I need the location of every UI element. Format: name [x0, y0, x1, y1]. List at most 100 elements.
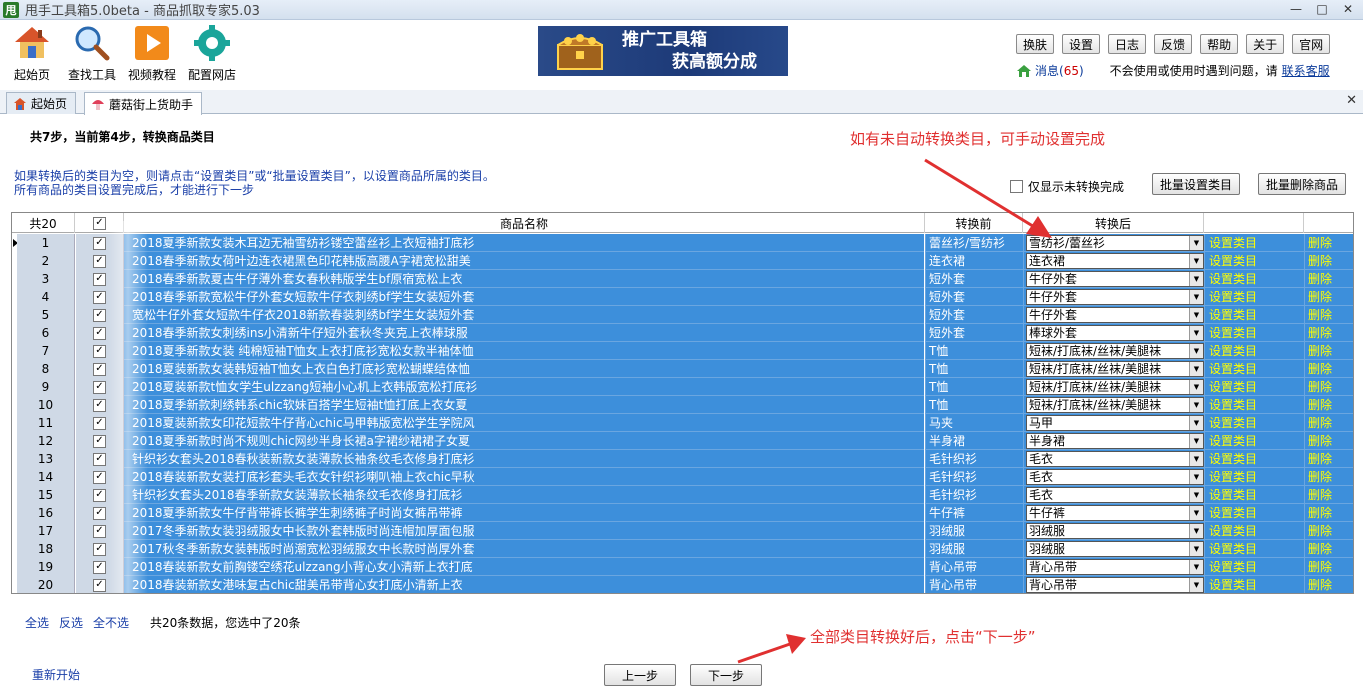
select-none-link[interactable]: 全不选 [93, 614, 129, 631]
checkbox-box[interactable] [1010, 180, 1023, 193]
delete-link[interactable]: 删除 [1304, 540, 1353, 558]
chevron-down-icon[interactable]: ▼ [1189, 469, 1203, 484]
table-row[interactable]: 2 ✓ 2018春季新款女荷叶边连衣裙黑色印花韩版高腰A字裙宽松甜美 连衣裙 连衣裙 ▼ 设… [12, 252, 1353, 270]
row-checkbox[interactable]: ✓ [93, 362, 106, 376]
category-after-select[interactable]: 毛衣 ▼ [1026, 450, 1204, 467]
row-checkbox-cell[interactable]: ✓ [76, 342, 124, 360]
delete-link[interactable]: 删除 [1304, 522, 1353, 540]
chevron-down-icon[interactable]: ▼ [1189, 487, 1203, 502]
delete-link[interactable]: 删除 [1304, 306, 1353, 324]
set-category-link[interactable]: 设置类目 [1204, 450, 1304, 468]
set-category-link[interactable]: 设置类目 [1204, 486, 1304, 504]
help-button[interactable]: 帮助 [1200, 34, 1239, 54]
messages-link[interactable]: 消息(65) [1035, 62, 1084, 79]
chevron-down-icon[interactable]: ▼ [1189, 343, 1203, 358]
set-category-link[interactable]: 设置类目 [1204, 288, 1304, 306]
set-category-link[interactable]: 设置类目 [1204, 504, 1304, 522]
header-product-name[interactable]: 商品名称 [124, 213, 925, 233]
row-checkbox-cell[interactable]: ✓ [76, 540, 124, 558]
set-category-link[interactable]: 设置类目 [1204, 414, 1304, 432]
table-row[interactable]: 16 ✓ 2018夏季新款女牛仔背带裤长裤学生刺绣裤子时尚女裤吊带裤 牛仔裤 牛仔裤 ▼ 设… [12, 504, 1353, 522]
delete-link[interactable]: 删除 [1304, 324, 1353, 342]
set-category-link[interactable]: 设置类目 [1204, 522, 1304, 540]
delete-link[interactable]: 删除 [1304, 252, 1353, 270]
chevron-down-icon[interactable]: ▼ [1189, 307, 1203, 322]
table-row[interactable]: 1 ✓ 2018夏季新款女装木耳边无袖雪纺衫镂空蕾丝衫上衣短袖打底衫 蕾丝衫/雪纺衫雪… [12, 234, 1353, 252]
row-checkbox-cell[interactable]: ✓ [76, 234, 124, 252]
about-button[interactable]: 关于 [1246, 34, 1285, 54]
close-tab-icon[interactable]: ✕ [1346, 93, 1357, 108]
delete-link[interactable]: 删除 [1304, 378, 1353, 396]
row-checkbox-cell[interactable]: ✓ [76, 450, 124, 468]
chevron-down-icon[interactable]: ▼ [1189, 235, 1203, 250]
row-checkbox-cell[interactable]: ✓ [76, 270, 124, 288]
toolbar-start-page[interactable]: 起始页 [2, 24, 62, 83]
prev-step-button[interactable]: 上一步 [604, 664, 676, 686]
delete-link[interactable]: 删除 [1304, 234, 1353, 252]
row-checkbox-cell[interactable]: ✓ [76, 522, 124, 540]
row-checkbox-cell[interactable]: ✓ [76, 396, 124, 414]
category-after-select[interactable]: 羽绒服 ▼ [1026, 540, 1204, 557]
table-row[interactable]: 13 ✓ 针织衫女套头2018春秋装新款女装薄款长袖条纹毛衣修身打底衫 毛针织衫 毛衣 ▼… [12, 450, 1353, 468]
table-row[interactable]: 6 ✓ 2018春季新款女刺绣ins小清新牛仔短外套秋冬夹克上衣棒球服 短外套 棒球外套… [12, 324, 1353, 342]
category-after-select[interactable]: 短袜/打底袜/丝袜/美腿袜 ▼ [1026, 396, 1204, 413]
table-row[interactable]: 4 ✓ 2018春季新款宽松牛仔外套女短款牛仔衣刺绣bf学生女装短外套 短外套 牛仔外套… [12, 288, 1353, 306]
header-before[interactable]: 转换前 [925, 213, 1023, 233]
category-after-select[interactable]: 背心吊带 ▼ [1026, 576, 1204, 593]
chevron-down-icon[interactable]: ▼ [1189, 577, 1203, 592]
delete-link[interactable]: 删除 [1304, 468, 1353, 486]
chevron-down-icon[interactable]: ▼ [1189, 397, 1203, 412]
row-checkbox-cell[interactable]: ✓ [76, 252, 124, 270]
table-row[interactable]: 17 ✓ 2017冬季新款女装羽绒服女中长款外套韩版时尚连帽加厚面包服 羽绒服 羽绒服 ▼… [12, 522, 1353, 540]
table-row[interactable]: 11 ✓ 2018夏装新款女印花短款牛仔背心chic马甲韩版宽松学生学院风 马夹 马甲 ▼… [12, 414, 1353, 432]
row-checkbox[interactable]: ✓ [93, 578, 106, 592]
skin-button[interactable]: 换肤 [1016, 34, 1055, 54]
delete-link[interactable]: 删除 [1304, 432, 1353, 450]
restart-link[interactable]: 重新开始 [32, 666, 80, 683]
select-all-link[interactable]: 全选 [25, 614, 49, 631]
chevron-down-icon[interactable]: ▼ [1189, 289, 1203, 304]
row-checkbox[interactable]: ✓ [93, 452, 106, 466]
table-row[interactable]: 20 ✓ 2018春装新款女港味复古chic甜美吊带背心女打底小清新上衣 背心吊带 背心… [12, 576, 1353, 593]
delete-link[interactable]: 删除 [1304, 450, 1353, 468]
delete-link[interactable]: 删除 [1304, 288, 1353, 306]
tab-mogujie-helper[interactable]: 蘑菇街上货助手 [84, 92, 203, 115]
log-button[interactable]: 日志 [1108, 34, 1147, 54]
header-checkbox[interactable]: ✓ [93, 216, 106, 230]
chevron-down-icon[interactable]: ▼ [1189, 361, 1203, 376]
row-checkbox-cell[interactable]: ✓ [76, 504, 124, 522]
category-after-select[interactable]: 棒球外套 ▼ [1026, 324, 1204, 341]
set-category-link[interactable]: 设置类目 [1204, 252, 1304, 270]
table-row[interactable]: 8 ✓ 2018夏装新款女装韩短袖T恤女上衣白色打底衫宽松蝴蝶结体恤 T恤 短袜/打底袜… [12, 360, 1353, 378]
table-row[interactable]: 12 ✓ 2018夏季新款时尚不规则chic网纱半身长裙a字裙纱裙裙子女夏 半身裙 半身… [12, 432, 1353, 450]
row-checkbox[interactable]: ✓ [93, 416, 106, 430]
tab-start-page[interactable]: 起始页 [6, 92, 77, 114]
row-checkbox[interactable]: ✓ [93, 434, 106, 448]
chevron-down-icon[interactable]: ▼ [1189, 271, 1203, 286]
set-category-link[interactable]: 设置类目 [1204, 324, 1304, 342]
contact-support-link[interactable]: 联系客服 [1282, 62, 1330, 79]
row-checkbox[interactable]: ✓ [93, 344, 106, 358]
set-category-link[interactable]: 设置类目 [1204, 396, 1304, 414]
row-checkbox[interactable]: ✓ [93, 236, 106, 250]
set-category-link[interactable]: 设置类目 [1204, 540, 1304, 558]
chevron-down-icon[interactable]: ▼ [1189, 253, 1203, 268]
set-category-link[interactable]: 设置类目 [1204, 378, 1304, 396]
row-checkbox[interactable]: ✓ [93, 272, 106, 286]
row-checkbox-cell[interactable]: ✓ [76, 360, 124, 378]
table-row[interactable]: 10 ✓ 2018夏季新款刺绣韩系chic软妹百搭学生短袖t恤打底上衣女夏 T恤 短袜/… [12, 396, 1353, 414]
chevron-down-icon[interactable]: ▼ [1189, 559, 1203, 574]
row-checkbox-cell[interactable]: ✓ [76, 414, 124, 432]
chevron-down-icon[interactable]: ▼ [1189, 379, 1203, 394]
row-checkbox[interactable]: ✓ [93, 308, 106, 322]
row-checkbox-cell[interactable]: ✓ [76, 288, 124, 306]
row-checkbox[interactable]: ✓ [93, 560, 106, 574]
set-category-link[interactable]: 设置类目 [1204, 342, 1304, 360]
chevron-down-icon[interactable]: ▼ [1189, 451, 1203, 466]
close-button[interactable]: ✕ [1337, 1, 1359, 17]
header-select-all[interactable]: ✓ [76, 213, 124, 233]
table-row[interactable]: 15 ✓ 针织衫女套头2018春季新款女装薄款长袖条纹毛衣修身打底衫 毛针织衫 毛衣 ▼ 设… [12, 486, 1353, 504]
row-checkbox[interactable]: ✓ [93, 488, 106, 502]
header-after[interactable]: 转换后 [1023, 213, 1204, 233]
chevron-down-icon[interactable]: ▼ [1189, 415, 1203, 430]
